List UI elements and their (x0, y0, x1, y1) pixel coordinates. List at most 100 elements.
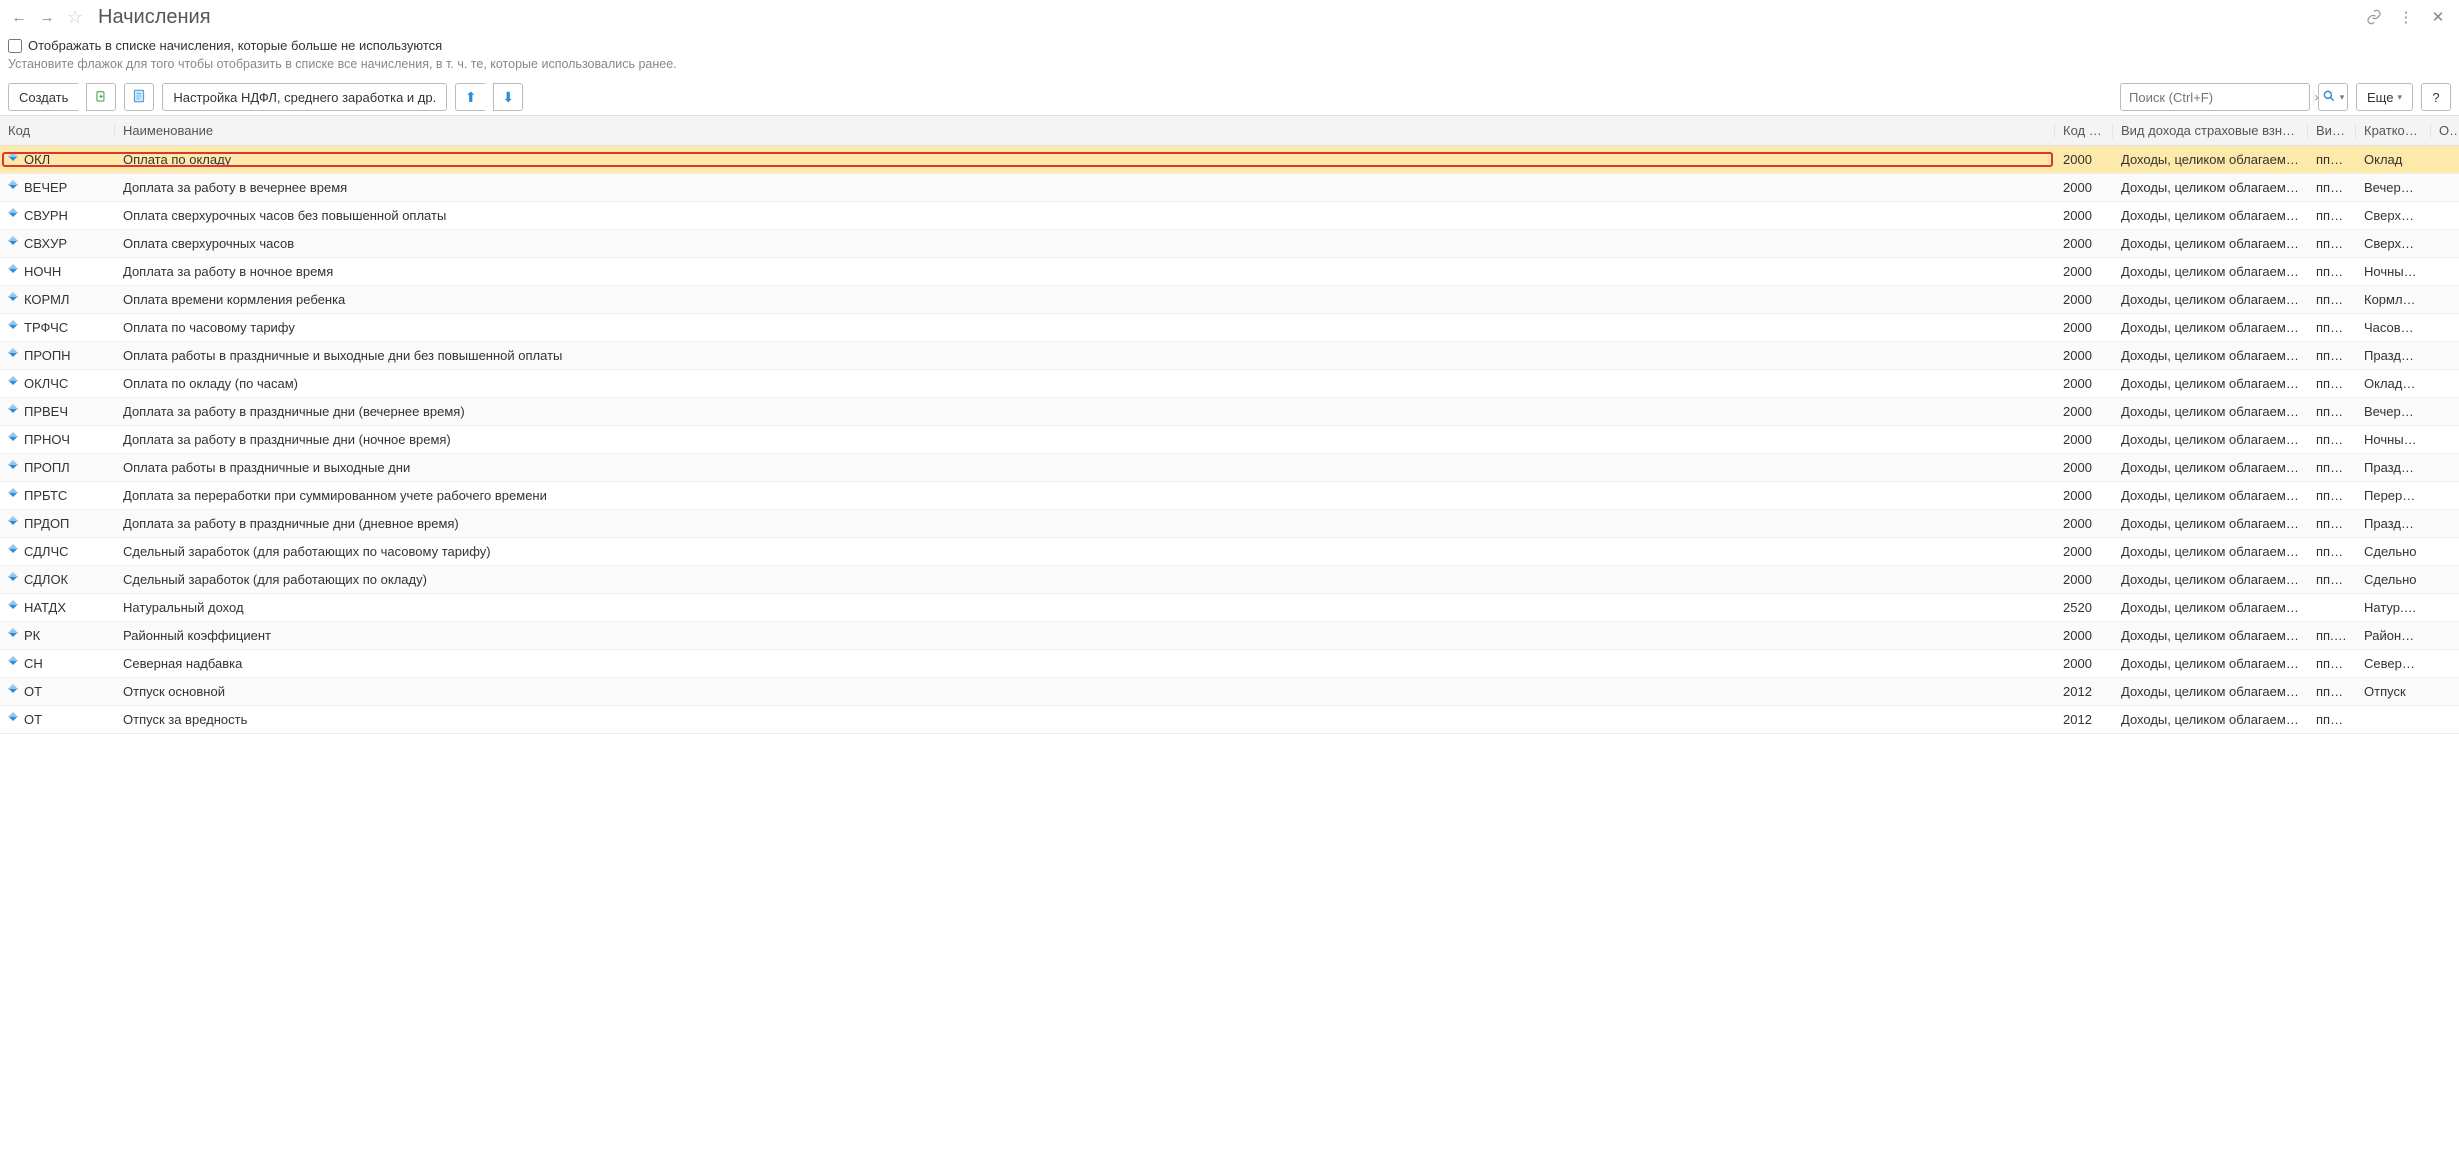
more-vertical-icon[interactable]: ⋮ (2393, 4, 2419, 30)
item-icon (8, 576, 18, 581)
search-input[interactable] (2121, 90, 2313, 105)
advanced-search-button[interactable]: ▾ (2318, 83, 2348, 111)
col-kod2[interactable]: Код … (2055, 123, 2113, 138)
table-row[interactable]: ОКЛОплата по окладу2000Доходы, целиком о… (0, 146, 2459, 174)
link-icon[interactable] (2361, 4, 2387, 30)
table-row[interactable]: СДЛОК Сдельный заработок (для работающих … (0, 566, 2459, 594)
cell-code: ОКЛЧС (0, 376, 115, 391)
table-row[interactable]: ПРБТСДоплата за переработки при суммиров… (0, 482, 2459, 510)
accruals-table: Код Наименование Код … Вид дохода страхо… (0, 115, 2459, 734)
help-button[interactable]: ? (2421, 83, 2451, 111)
move-down-button[interactable]: ⬇ (493, 83, 523, 111)
table-row[interactable]: ВЕЧЕРДоплата за работу в вечернее время2… (0, 174, 2459, 202)
favorite-icon[interactable]: ☆ (64, 6, 86, 28)
cell-short: Часов… (2356, 320, 2431, 335)
table-row[interactable]: СВУРНОплата сверхурочных часов без повыш… (0, 202, 2459, 230)
table-row[interactable]: ПРВЕЧДоплата за работу в праздничные дни… (0, 398, 2459, 426)
cell-name: Доплата за работу в праздничные дни (ноч… (115, 432, 2055, 447)
table-row[interactable]: КОРМЛОплата времени кормления ребенка200… (0, 286, 2459, 314)
cell-income: Доходы, целиком облагаемы… (2113, 628, 2308, 643)
cell-kod2: 2000 (2055, 404, 2113, 419)
cell-code: ОКЛ (0, 152, 115, 167)
cell-kod2: 2000 (2055, 488, 2113, 503)
cell-name: Оплата по окладу (115, 152, 2055, 167)
item-icon (8, 156, 18, 161)
col-income[interactable]: Вид дохода страховые взносы (2113, 123, 2308, 138)
nav-back-button[interactable]: ← (8, 6, 30, 28)
table-row[interactable]: ТРФЧСОплата по часовому тарифу2000Доходы… (0, 314, 2459, 342)
col-o[interactable]: О… (2431, 123, 2459, 138)
item-icon (8, 716, 18, 721)
cell-income: Доходы, целиком облагаемы… (2113, 712, 2308, 727)
cell-name: Отпуск за вредность (115, 712, 2055, 727)
code-text: НОЧН (24, 264, 61, 279)
col-short[interactable]: Кратко… (2356, 123, 2431, 138)
table-row[interactable]: СВХУРОплата сверхурочных часов2000Доходы… (0, 230, 2459, 258)
cell-short: Вечер… (2356, 404, 2431, 419)
table-row[interactable]: ПРОПЛОплата работы в праздничные и выход… (0, 454, 2459, 482)
show-archived-checkbox[interactable] (8, 39, 22, 53)
plan-button[interactable] (124, 83, 154, 111)
table-row[interactable]: РКРайонный коэффициент2000Доходы, целико… (0, 622, 2459, 650)
cell-vid: пп… (2308, 320, 2356, 335)
cell-income: Доходы, целиком облагаемы… (2113, 460, 2308, 475)
cell-kod2: 2520 (2055, 600, 2113, 615)
table-row[interactable]: ПРОПНОплата работы в праздничные и выход… (0, 342, 2459, 370)
close-icon[interactable]: ✕ (2425, 4, 2451, 30)
code-text: СДЛОК (24, 572, 68, 587)
cell-code: СВХУР (0, 236, 115, 251)
more-button[interactable]: Еще▾ (2356, 83, 2413, 111)
item-icon (8, 380, 18, 385)
cell-short: Празд… (2356, 516, 2431, 531)
cell-income: Доходы, целиком облагаемы… (2113, 152, 2308, 167)
cell-short: Сверх… (2356, 236, 2431, 251)
create-copy-button[interactable] (86, 83, 116, 111)
table-row[interactable]: НАТДХНатуральный доход2520Доходы, целико… (0, 594, 2459, 622)
cell-income: Доходы, целиком облагаемы… (2113, 600, 2308, 615)
col-name[interactable]: Наименование (115, 123, 2055, 138)
move-up-button[interactable]: ⬆ (455, 83, 485, 111)
cell-kod2: 2000 (2055, 628, 2113, 643)
cell-code: СН (0, 656, 115, 671)
cell-vid: пп… (2308, 264, 2356, 279)
col-code[interactable]: Код (0, 123, 115, 138)
code-text: ПРДОП (24, 516, 69, 531)
table-row[interactable]: ОКЛЧСОплата по окладу (по часам)2000Дохо… (0, 370, 2459, 398)
table-row[interactable]: ПРНОЧ Доплата за работу в праздничные дни… (0, 426, 2459, 454)
code-text: ПРБТС (24, 488, 67, 503)
cell-kod2: 2000 (2055, 320, 2113, 335)
cell-income: Доходы, целиком облагаемы… (2113, 292, 2308, 307)
arrow-up-icon: ⬆ (465, 89, 477, 106)
code-text: ПРОПЛ (24, 460, 70, 475)
create-button[interactable]: Создать (8, 83, 78, 111)
cell-name: Натуральный доход (115, 600, 2055, 615)
table-row[interactable]: ОТОтпуск основной2012Доходы, целиком обл… (0, 678, 2459, 706)
settings-button[interactable]: Настройка НДФЛ, среднего заработка и др. (162, 83, 447, 111)
cell-kod2: 2000 (2055, 460, 2113, 475)
table-row[interactable]: НОЧНДоплата за работу в ночное время2000… (0, 258, 2459, 286)
cell-kod2: 2000 (2055, 516, 2113, 531)
search-box[interactable]: × (2120, 83, 2310, 111)
cell-name: Оплата по часовому тарифу (115, 320, 2055, 335)
item-icon (8, 184, 18, 189)
chevron-down-icon: ▾ (2340, 92, 2345, 103)
item-icon (8, 240, 18, 245)
table-row[interactable]: ПРДОПДоплата за работу в праздничные дни… (0, 510, 2459, 538)
table-row[interactable]: ОТОтпуск за вредность2012Доходы, целиком… (0, 706, 2459, 734)
item-icon (8, 548, 18, 553)
cell-code: ТРФЧС (0, 320, 115, 335)
cell-name: Сдельный заработок (для работающих по ок… (115, 572, 2055, 587)
code-text: ПРНОЧ (24, 432, 70, 447)
table-row[interactable]: СДЛЧССдельный заработок (для работающих … (0, 538, 2459, 566)
cell-kod2: 2000 (2055, 432, 2113, 447)
cell-income: Доходы, целиком облагаемы… (2113, 488, 2308, 503)
nav-forward-button[interactable]: → (36, 6, 58, 28)
cell-name: Доплата за работу в вечернее время (115, 180, 2055, 195)
cell-vid: пп… (2308, 292, 2356, 307)
cell-code: СДЛЧС (0, 544, 115, 559)
table-row[interactable]: СНСеверная надбавка2000Доходы, целиком о… (0, 650, 2459, 678)
col-vid[interactable]: Вид… (2308, 123, 2356, 138)
cell-vid: пп… (2308, 152, 2356, 167)
cell-code: СВУРН (0, 208, 115, 223)
table-header: Код Наименование Код … Вид дохода страхо… (0, 116, 2459, 146)
